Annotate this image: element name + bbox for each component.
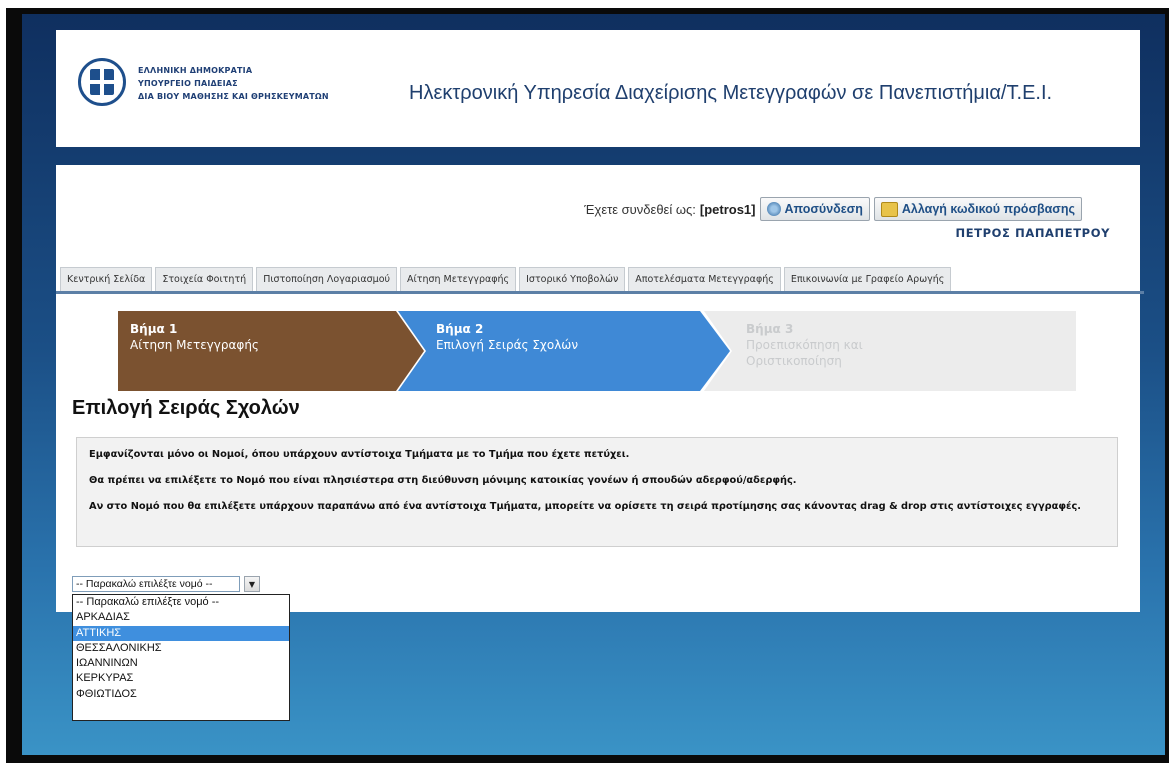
greek-coat-of-arms-logo [78,58,126,106]
step-2-label: Επιλογή Σειράς Σχολών [436,338,579,352]
ministry-line: ΕΛΛΗΝΙΚΗ ΔΗΜΟΚΡΑΤΙΑ [138,66,253,75]
site-header: ΕΛΛΗΝΙΚΗ ΔΗΜΟΚΡΑΤΙΑ ΥΠΟΥΡΓΕΙΟ ΠΑΙΔΕΙΑΣ Δ… [56,30,1140,147]
prefecture-option-highlighted[interactable]: ΑΤΤΙΚΗΣ [73,625,289,641]
prefecture-option[interactable]: ΙΩΑΝΝΙΝΩΝ [73,656,289,671]
logout-button[interactable]: Αποσύνδεση [759,197,870,221]
logout-label: Αποσύνδεση [784,202,863,216]
change-password-label: Αλλαγή κωδικού πρόσβασης [901,202,1075,216]
site-title: Ηλεκτρονική Υπηρεσία Διαχείρισης Μετεγγρ… [409,82,1053,104]
prefecture-select[interactable]: -- Παρακαλώ επιλέξτε νομό -- ▼ [72,575,272,593]
prefecture-option[interactable]: ΑΡΚΑΔΙΑΣ [73,610,289,625]
step-1-number: Βήμα 1 [130,322,178,336]
logged-in-label: Έχετε συνδεθεί ως: [584,201,696,217]
instructions-box: Εμφανίζονται μόνο οι Νομοί, όπου υπάρχου… [76,437,1118,547]
instruction-text: Αν στο Νομό που θα επιλέξετε υπάρχουν πα… [89,501,1082,512]
main-panel: Έχετε συνδεθεί ως: [petros1] Αποσύνδεση … [56,165,1144,612]
prefecture-option[interactable]: ΚΕΡΚΥΡΑΣ [73,671,289,686]
tab-transfer-results[interactable]: Αποτελέσματα Μετεγγραφής [628,267,781,291]
change-password-button[interactable]: Αλλαγή κωδικού πρόσβασης [873,197,1082,221]
tab-transfer-application[interactable]: Αίτηση Μετεγγραφής [400,267,517,291]
wizard-steps: Βήμα 1 Αίτηση Μετεγγραφής Βήμα 2 Επιλογή… [118,311,1076,391]
wizard-arrows [118,311,1076,391]
prefecture-option[interactable]: ΘΕΣΣΑΛΟΝΙΚΗΣ [73,641,289,656]
ministry-line: ΔΙΑ ΒΙΟΥ ΜΑΘΗΣΗΣ ΚΑΙ ΘΡΗΣΚΕΥΜΑΤΩΝ [138,92,329,101]
step-3-number: Βήμα 3 [746,322,794,336]
user-full-name: ΠΕΤΡΟΣ ΠΑΠΑΠΕΤΡΟΥ [955,226,1110,240]
chevron-down-icon[interactable]: ▼ [244,576,260,592]
instruction-text: Εμφανίζονται μόνο οι Νομοί, όπου υπάρχου… [89,449,630,460]
step-3-label: Προεπισκόπηση και Οριστικοποίηση [746,338,863,368]
prefecture-option[interactable]: -- Παρακαλώ επιλέξτε νομό -- [73,595,289,610]
tab-helpdesk-contact[interactable]: Επικοινωνία με Γραφείο Αρωγής [783,267,952,291]
key-icon [880,201,898,217]
tab-student-details[interactable]: Στοιχεία Φοιτητή [155,267,254,291]
username: [petros1] [699,201,756,217]
prefecture-dropdown-list: -- Παρακαλώ επιλέξτε νομό -- ΑΡΚΑΔΙΑΣ ΑΤ… [72,594,290,721]
main-nav-tabs: Κεντρική Σελίδα Στοιχεία Φοιτητή Πιστοπο… [56,265,1144,294]
logout-icon [766,202,781,216]
prefecture-option[interactable]: ΦΘΙΩΤΙΔΟΣ [73,687,289,702]
wizard-step-3: Βήμα 3 Προεπισκόπηση και Οριστικοποίηση [746,321,916,369]
session-bar: Έχετε συνδεθεί ως: [petros1] Αποσύνδεση … [584,197,1082,221]
prefecture-select-value[interactable]: -- Παρακαλώ επιλέξτε νομό -- [72,576,240,592]
wizard-step-2: Βήμα 2 Επιλογή Σειράς Σχολών [436,321,578,353]
tab-submission-history[interactable]: Ιστορικό Υποβολών [519,267,626,291]
step-2-number: Βήμα 2 [436,322,484,336]
tab-account-verification[interactable]: Πιστοποίηση Λογαριασμού [256,267,398,291]
instruction-text: Θα πρέπει να επιλέξετε το Νομό που είναι… [89,475,797,486]
tab-home[interactable]: Κεντρική Σελίδα [60,267,153,291]
wizard-step-1: Βήμα 1 Αίτηση Μετεγγραφής [130,321,259,353]
ministry-name: ΕΛΛΗΝΙΚΗ ΔΗΜΟΚΡΑΤΙΑ ΥΠΟΥΡΓΕΙΟ ΠΑΙΔΕΙΑΣ Δ… [138,64,329,103]
page-title: Επιλογή Σειράς Σχολών [72,397,300,419]
step-1-label: Αίτηση Μετεγγραφής [130,338,259,352]
ministry-line: ΥΠΟΥΡΓΕΙΟ ΠΑΙΔΕΙΑΣ [138,79,238,88]
